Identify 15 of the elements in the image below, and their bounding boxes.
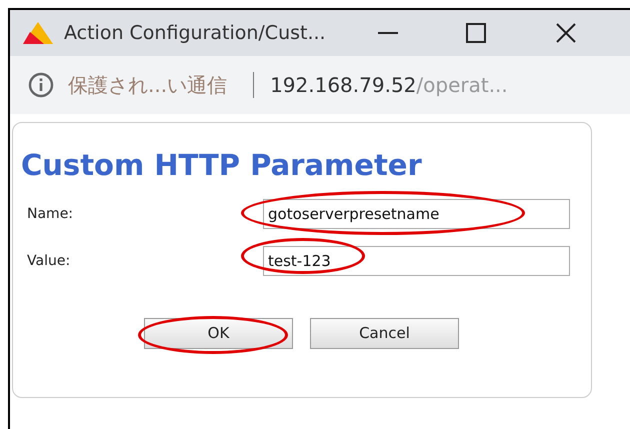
app-logo-icon: [22, 20, 54, 46]
security-status: 保護され...い通信: [68, 72, 228, 99]
field-label: Name:: [26, 204, 74, 224]
cancel-button[interactable]: Cancel: [310, 318, 459, 349]
minimize-icon[interactable]: [378, 31, 398, 35]
input-field[interactable]: test-123: [263, 246, 570, 276]
close-icon[interactable]: [556, 23, 576, 43]
input-field[interactable]: gotoserverpresetname: [263, 199, 570, 229]
window-title: Action Configuration/Cust...: [64, 20, 326, 46]
url-text[interactable]: 192.168.79.52/operat...: [270, 70, 508, 100]
info-icon[interactable]: [28, 72, 54, 98]
maximize-icon[interactable]: [466, 23, 486, 43]
field-label: Value:: [26, 252, 72, 270]
ok-button[interactable]: OK: [144, 318, 293, 349]
dialog-heading: Custom HTTP Parameter: [21, 147, 423, 184]
